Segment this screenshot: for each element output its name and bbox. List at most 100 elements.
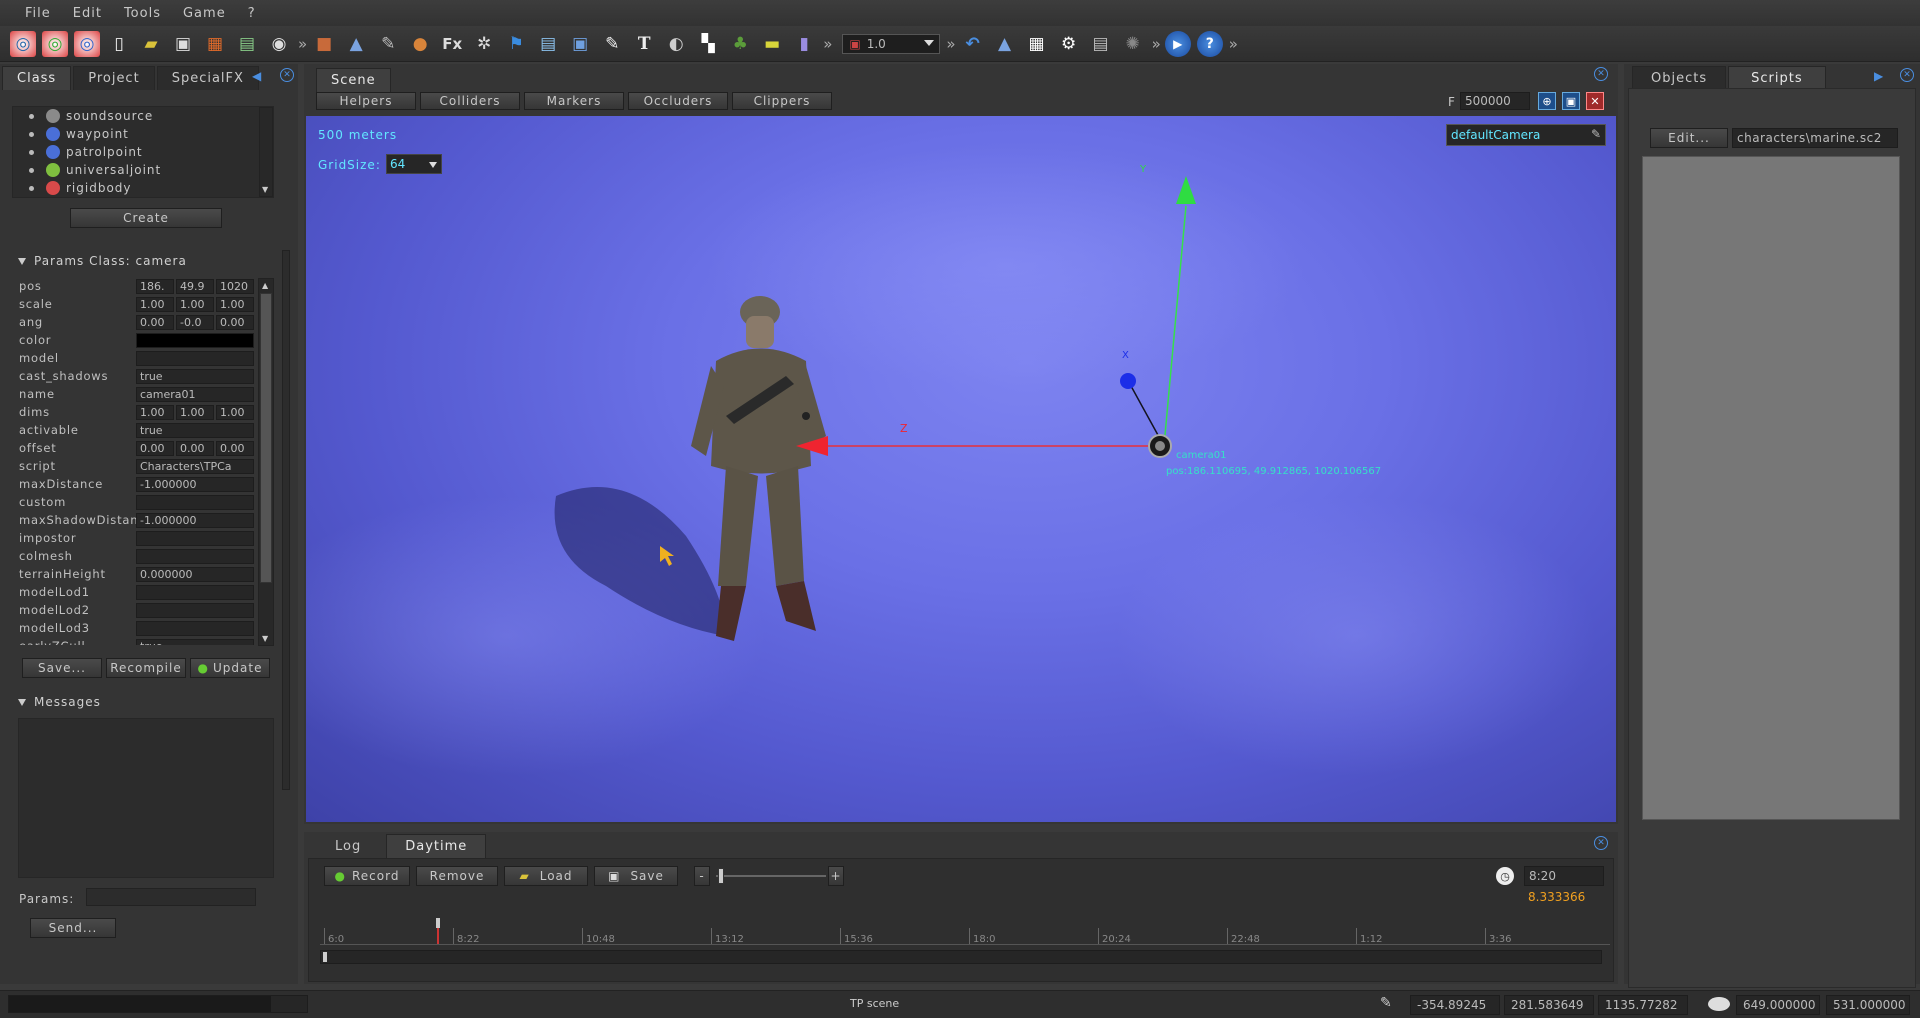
param-vector-field[interactable]: 1020: [216, 278, 254, 294]
world-icon[interactable]: ◎: [10, 30, 36, 57]
checker-icon[interactable]: ▚: [695, 31, 721, 57]
filter-colliders-button[interactable]: Colliders: [420, 92, 520, 110]
toolbar-overflow-2[interactable]: »: [823, 35, 832, 53]
params-input[interactable]: [86, 888, 256, 906]
camera-snap-icon[interactable]: ▣: [1562, 92, 1580, 110]
toolbar-overflow[interactable]: »: [298, 35, 307, 53]
toolbar-overflow-3[interactable]: »: [946, 35, 955, 53]
class-list-scrollbar[interactable]: ▼: [259, 107, 273, 197]
flag-icon[interactable]: ⚑: [503, 31, 529, 57]
script-path-field[interactable]: characters\marine.sc2: [1732, 128, 1898, 148]
camera-select[interactable]: defaultCamera ✎: [1446, 124, 1606, 146]
chevron-down-icon[interactable]: ▼: [262, 634, 268, 643]
menu-file[interactable]: File: [14, 6, 62, 21]
tab-scene[interactable]: Scene: [316, 68, 391, 92]
load-button[interactable]: ▰ Load: [504, 866, 588, 886]
param-vector-field[interactable]: 1.00: [216, 296, 254, 312]
send-button[interactable]: Send...: [30, 918, 116, 938]
param-vector-field[interactable]: 0.00: [136, 440, 174, 456]
tab-specialfx[interactable]: SpecialFX: [156, 66, 259, 90]
class-item[interactable]: patrolpoint: [13, 143, 273, 161]
gridsize-select[interactable]: 64: [386, 154, 442, 174]
timeline-scrollbar[interactable]: [320, 950, 1602, 964]
save-icon[interactable]: ▣: [170, 31, 196, 57]
far-input[interactable]: 500000: [1460, 92, 1530, 110]
disc-icon[interactable]: ◉: [266, 31, 292, 57]
world-save-icon[interactable]: ◎: [74, 30, 100, 57]
param-value[interactable]: [136, 548, 254, 564]
tab-daytime[interactable]: Daytime: [386, 834, 487, 858]
class-item[interactable]: rigidbody: [13, 179, 273, 197]
param-value[interactable]: [136, 584, 254, 600]
close-scene-icon[interactable]: ✕: [1594, 67, 1608, 81]
light-icon[interactable]: ✎: [375, 31, 401, 57]
note-icon[interactable]: ▬: [759, 31, 785, 57]
camera-reset-icon[interactable]: ✕: [1586, 92, 1604, 110]
terrain-icon[interactable]: ▲: [343, 31, 369, 57]
cube-icon[interactable]: ■: [311, 31, 337, 57]
param-value[interactable]: [136, 602, 254, 618]
param-vector-field[interactable]: 1.00: [176, 404, 214, 420]
timeline-scroll-thumb[interactable]: [323, 952, 327, 962]
camera-fit-icon[interactable]: ⊕: [1538, 92, 1556, 110]
tab-objects[interactable]: Objects: [1632, 66, 1727, 90]
tab-class[interactable]: Class: [2, 66, 72, 90]
param-value[interactable]: [136, 620, 254, 636]
image-icon[interactable]: ▦: [202, 31, 228, 57]
timeline-current-marker[interactable]: [436, 918, 441, 928]
gear-icon[interactable]: ⚙: [1056, 31, 1082, 57]
scroll-right-icon[interactable]: ▶: [1874, 69, 1883, 83]
time-input[interactable]: 8:20: [1524, 866, 1604, 886]
param-value[interactable]: [136, 332, 254, 348]
chevron-down-icon[interactable]: ▼: [262, 185, 268, 194]
grid-icon[interactable]: ▦: [1024, 31, 1050, 57]
zoom-select[interactable]: ▣ 1.0: [842, 33, 941, 54]
param-value[interactable]: true: [136, 638, 254, 645]
toolbar-overflow-5[interactable]: »: [1229, 35, 1238, 53]
param-vector-field[interactable]: 0.00: [176, 440, 214, 456]
keyboard-icon[interactable]: ▤: [1088, 31, 1114, 57]
speed-plus-button[interactable]: +: [828, 866, 844, 886]
param-value[interactable]: [136, 530, 254, 546]
filter-clippers-button[interactable]: Clippers: [732, 92, 832, 110]
param-value[interactable]: -1.000000: [136, 476, 254, 492]
params-scroll-thumb[interactable]: [260, 293, 272, 583]
create-button[interactable]: Create: [70, 208, 222, 228]
undo-icon[interactable]: ↶: [960, 31, 986, 57]
param-value[interactable]: [136, 350, 254, 366]
book-icon[interactable]: ▮: [791, 31, 817, 57]
new-file-icon[interactable]: ▯: [106, 31, 132, 57]
close-panel-icon[interactable]: ✕: [1594, 836, 1608, 850]
filter-helpers-button[interactable]: Helpers: [316, 92, 416, 110]
script-preview[interactable]: [1642, 156, 1900, 820]
filter-markers-button[interactable]: Markers: [524, 92, 624, 110]
param-vector-field[interactable]: 0.00: [136, 314, 174, 330]
param-value[interactable]: true: [136, 422, 254, 438]
notepad-icon[interactable]: ✎: [599, 31, 625, 57]
param-vector-field[interactable]: 1.00: [136, 296, 174, 312]
params-scrollbar[interactable]: ▲ ▼: [258, 278, 274, 646]
open-file-icon[interactable]: ▰: [138, 31, 164, 57]
param-value[interactable]: 0.000000: [136, 566, 254, 582]
close-panel-icon[interactable]: ✕: [280, 68, 294, 82]
save-daytime-button[interactable]: ▣ Save: [594, 866, 678, 886]
param-vector-field[interactable]: 49.9: [176, 278, 214, 294]
3d-viewport[interactable]: 500 meters GridSize: 64 defaultCamera ✎ …: [306, 116, 1616, 822]
daytime-timeline[interactable]: 6:0 8:22 10:48 13:12 15:36 18:0 20:24 22:48 1:12…: [320, 918, 1610, 948]
record-button[interactable]: ● Record: [324, 866, 410, 886]
sphere-icon[interactable]: ●: [407, 31, 433, 57]
param-value[interactable]: camera01: [136, 386, 254, 402]
recompile-button[interactable]: Recompile: [106, 658, 186, 678]
scroll-left-icon[interactable]: ◀: [252, 69, 261, 83]
close-panel-icon[interactable]: ✕: [1900, 68, 1914, 82]
speed-slider-thumb[interactable]: [718, 868, 724, 884]
wrench-icon[interactable]: ✎: [1591, 127, 1601, 141]
left-panel-scrollbar[interactable]: [282, 250, 290, 790]
menu-tools[interactable]: Tools: [113, 6, 172, 21]
param-vector-field[interactable]: 1.00: [176, 296, 214, 312]
document-icon[interactable]: ▤: [535, 31, 561, 57]
edit-script-button[interactable]: Edit...: [1650, 128, 1728, 148]
world-open-icon[interactable]: ◎: [42, 30, 68, 57]
fx-icon[interactable]: Fx: [439, 31, 465, 57]
param-vector-field[interactable]: 0.00: [216, 440, 254, 456]
